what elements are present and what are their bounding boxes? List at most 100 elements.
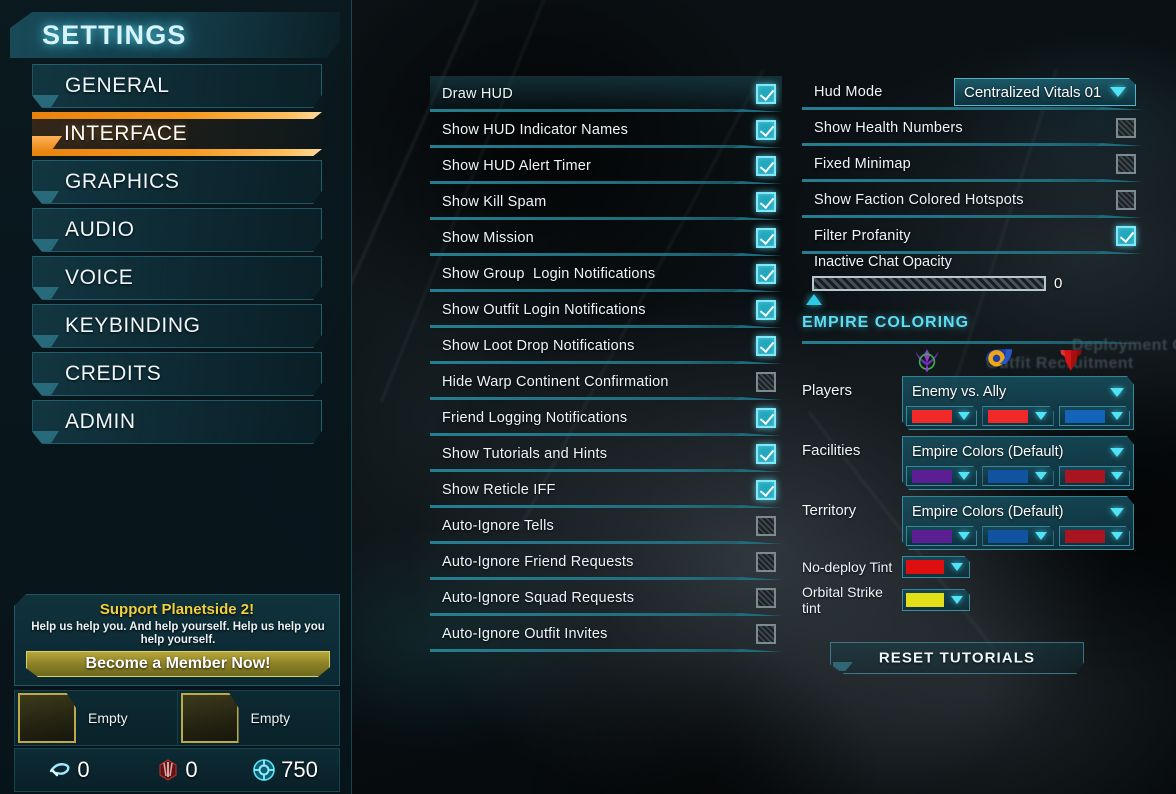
empire-mode-dropdown[interactable]: Empire Colors (Default) (906, 440, 1130, 464)
checkbox-filter-profanity[interactable] (1116, 226, 1136, 246)
color-swatch-dropdown[interactable] (982, 466, 1054, 486)
tint-label: No-deploy Tint (802, 559, 893, 575)
currency-item: 750 (231, 757, 339, 783)
tint-color-dropdown[interactable] (902, 556, 970, 578)
checkbox-show-reticle-iff[interactable] (756, 480, 776, 500)
setting-row-fixed-minimap: Fixed Minimap (802, 146, 1142, 182)
checkbox-box (756, 84, 776, 104)
checkbox-show-tutorials-and-hints[interactable] (756, 444, 776, 464)
checkbox-box (756, 156, 776, 176)
sidebar-item-label: ADMIN (65, 410, 136, 433)
setting-label: Auto-Ignore Friend Requests (442, 554, 634, 570)
checkbox-show-health-numbers[interactable] (1116, 118, 1136, 138)
checkbox-show-group-login-notifications[interactable] (756, 264, 776, 284)
empire-mode-dropdown[interactable]: Empire Colors (Default) (906, 500, 1130, 524)
setting-label: Hide Warp Continent Confirmation (442, 374, 669, 390)
nav-notch (33, 191, 59, 203)
color-swatch-dropdown[interactable] (1058, 526, 1130, 546)
chevron-down-icon (1110, 472, 1123, 480)
color-chip (1064, 529, 1105, 543)
checkbox-box (756, 264, 776, 284)
checkbox-box (756, 120, 776, 140)
hud-mode-value: Centralized Vitals 01 (964, 83, 1102, 101)
empire-coloring-row-players: Players Enemy vs. Ally (802, 376, 1142, 430)
faction-icon-row (802, 344, 1142, 376)
sidebar-item-label: INTERFACE (64, 122, 188, 145)
chevron-down-icon (1110, 387, 1124, 397)
checkbox-show-outfit-login-notifications[interactable] (756, 300, 776, 320)
chevron-down-icon (1034, 472, 1047, 480)
setting-row-auto-ignore-squad-requests: Auto-Ignore Squad Requests (430, 580, 782, 616)
checkbox-box (756, 300, 776, 320)
reset-tutorials-button[interactable]: RESET TUTORIALS (830, 642, 1084, 674)
become-member-label: Become a Member Now! (85, 655, 271, 672)
checkbox-box (1116, 154, 1136, 174)
swatch-row (906, 526, 1130, 546)
nav-notch (33, 239, 59, 251)
tint-color-dropdown[interactable] (902, 589, 970, 611)
promo-title: Support Planetside 2! (99, 601, 255, 618)
setting-row-show-faction-colored-hotspots: Show Faction Colored Hotspots (802, 182, 1142, 218)
sidebar-item-general[interactable]: GENERAL (32, 64, 322, 108)
sidebar-item-label: GENERAL (65, 74, 170, 97)
checkbox-draw-hud[interactable] (756, 84, 776, 104)
setting-label: Show HUD Indicator Names (442, 122, 629, 138)
sidebar-item-interface[interactable]: INTERFACE (32, 112, 322, 156)
checkbox-show-hud-alert-timer[interactable] (756, 156, 776, 176)
setting-row-auto-ignore-tells: Auto-Ignore Tells (430, 508, 782, 544)
empire-row-label: Facilities (802, 442, 861, 459)
sidebar-item-admin[interactable]: ADMIN (32, 400, 322, 444)
chevron-down-icon (1034, 532, 1047, 540)
hud-mode-dropdown[interactable]: Centralized Vitals 01 (954, 78, 1136, 106)
sidebar-item-credits[interactable]: CREDITS (32, 352, 322, 396)
empire-row-control-group: Empire Colors (Default) (902, 436, 1134, 490)
chat-opacity-slider-handle[interactable] (806, 294, 822, 305)
checkbox-show-faction-colored-hotspots[interactable] (1116, 190, 1136, 210)
loadout-slot-thumbnail (18, 693, 76, 743)
nav-notch (33, 383, 59, 395)
color-swatch-dropdown[interactable] (982, 526, 1054, 546)
loadout-slot[interactable]: Empty (176, 691, 340, 745)
new-conglomerate-icon (985, 349, 1013, 367)
color-swatch-dropdown[interactable] (982, 406, 1054, 426)
checkbox-show-kill-spam[interactable] (756, 192, 776, 212)
swatch-row (906, 406, 1130, 426)
checkbox-show-mission[interactable] (756, 228, 776, 248)
checkbox-auto-ignore-friend-requests[interactable] (756, 552, 776, 572)
hud-mode-label: Hud Mode (814, 84, 883, 100)
sidebar-item-audio[interactable]: AUDIO (32, 208, 322, 252)
loadout-slot[interactable]: Empty (15, 691, 177, 745)
checkbox-fixed-minimap[interactable] (1116, 154, 1136, 174)
color-swatch-dropdown[interactable] (906, 406, 978, 426)
reset-tutorials-label: RESET TUTORIALS (878, 649, 1036, 667)
setting-row-filter-profanity: Filter Profanity (802, 218, 1142, 254)
checkbox-show-hud-indicator-names[interactable] (756, 120, 776, 140)
setting-row-show-reticle-iff: Show Reticle IFF (430, 472, 782, 508)
checkbox-auto-ignore-squad-requests[interactable] (756, 588, 776, 608)
color-swatch-dropdown[interactable] (906, 466, 978, 486)
setting-row-show-hud-indicator-names: Show HUD Indicator Names (430, 112, 782, 148)
color-swatch-dropdown[interactable] (906, 526, 978, 546)
chevron-down-icon (1110, 412, 1123, 420)
checkbox-auto-ignore-tells[interactable] (756, 516, 776, 536)
color-swatch-dropdown[interactable] (1058, 466, 1130, 486)
color-swatch-dropdown[interactable] (1058, 406, 1130, 426)
checkbox-hide-warp-continent-confirmation[interactable] (756, 372, 776, 392)
become-member-button[interactable]: Become a Member Now! (26, 651, 330, 677)
sidebar-item-keybinding[interactable]: KEYBINDING (32, 304, 322, 348)
nav-notch (33, 431, 59, 443)
tint-row-orbital-strike-tint: Orbital Strike tint (802, 584, 1142, 616)
currency-item: 0 (123, 757, 231, 783)
setting-label: Show Loot Drop Notifications (442, 338, 635, 354)
chat-opacity-slider-track[interactable] (806, 276, 1046, 305)
sidebar-item-voice[interactable]: VOICE (32, 256, 322, 300)
checkbox-box (756, 408, 776, 428)
checkbox-show-loot-drop-notifications[interactable] (756, 336, 776, 356)
chevron-down-icon (958, 472, 971, 480)
empire-mode-dropdown[interactable]: Enemy vs. Ally (906, 380, 1130, 404)
sidebar-item-graphics[interactable]: GRAPHICS (32, 160, 322, 204)
setting-label: Draw HUD (442, 86, 513, 102)
setting-label: Show Health Numbers (814, 120, 963, 136)
checkbox-friend-logging-notifications[interactable] (756, 408, 776, 428)
checkbox-auto-ignore-outfit-invites[interactable] (756, 624, 776, 644)
